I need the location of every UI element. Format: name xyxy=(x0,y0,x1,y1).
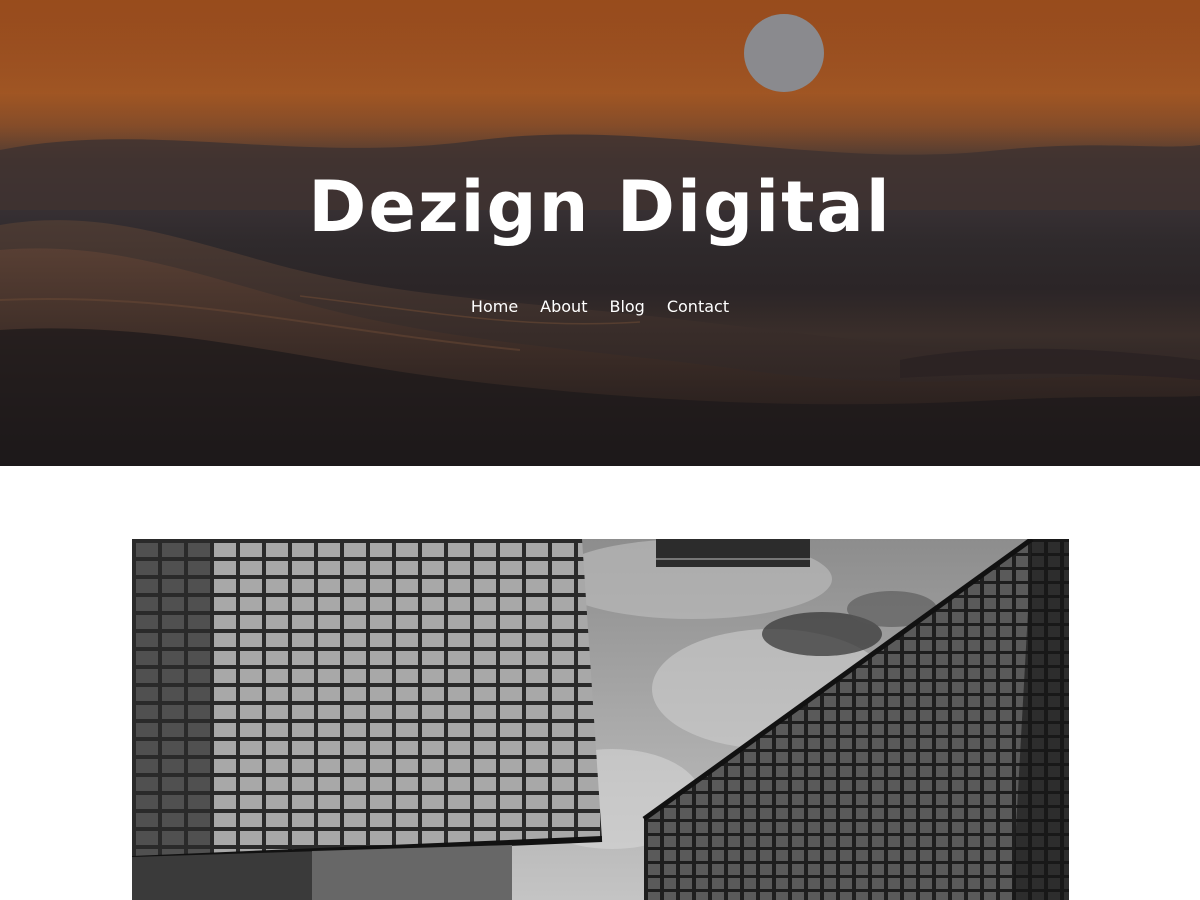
nav-item-blog[interactable]: Blog xyxy=(609,295,644,319)
featured-image[interactable] xyxy=(132,539,1069,900)
hero-banner: Dezign Digital Home About Blog Contact xyxy=(0,0,1200,466)
nav-item-home[interactable]: Home xyxy=(471,295,518,319)
skyscrapers-photo xyxy=(132,539,1069,900)
main-nav: Home About Blog Contact xyxy=(0,295,1200,319)
site-title[interactable]: Dezign Digital xyxy=(0,162,1200,252)
sun-graphic xyxy=(744,14,824,92)
nav-item-about[interactable]: About xyxy=(540,295,587,319)
nav-item-contact[interactable]: Contact xyxy=(667,295,729,319)
